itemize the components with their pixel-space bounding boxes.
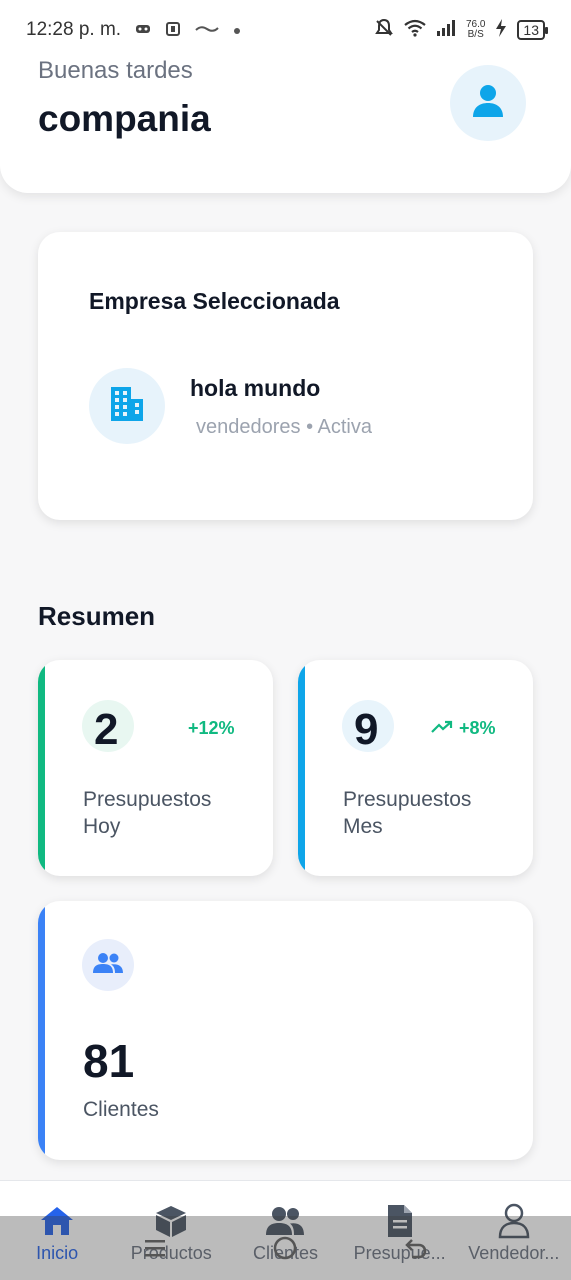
users-icon-circle <box>82 939 134 991</box>
stat-label: Presupuestos Hoy <box>83 788 212 838</box>
wifi-icon <box>404 19 426 42</box>
silent-bell-icon <box>374 18 394 43</box>
user-icon <box>471 83 505 124</box>
app-notification-icon <box>165 21 181 40</box>
company-name: compania <box>38 98 211 139</box>
game-icon <box>135 23 151 38</box>
building-icon <box>109 385 145 428</box>
stat-change-value: +8% <box>459 718 496 738</box>
status-time: 12:28 p. m. <box>26 19 122 40</box>
users-icon <box>93 952 123 979</box>
net-speed-unit: B/S <box>467 29 484 40</box>
stat-value: 9 <box>354 705 379 754</box>
company-name-label: hola mundo <box>190 375 321 401</box>
stat-card-today[interactable]: 2 +12% Presupuestos Hoy <box>38 660 273 876</box>
battery-indicator: 13 <box>517 20 548 40</box>
company-meta: vendedores • Activa <box>196 416 372 438</box>
profile-avatar-button[interactable] <box>450 65 526 141</box>
charging-icon <box>495 18 507 43</box>
greeting-text: Buenas tardes <box>38 57 193 84</box>
signal-icon <box>436 19 456 42</box>
app-notification-icon-2 <box>195 23 219 37</box>
back-icon[interactable] <box>396 1228 436 1268</box>
system-navigation-bar <box>0 1216 571 1280</box>
stat-card-month[interactable]: 9 +8% Presupuestos Mes <box>298 660 533 876</box>
selected-company-card[interactable]: Empresa Seleccionada hola mundo vendedor… <box>38 232 533 520</box>
dot-icon <box>233 19 241 41</box>
accent-bar <box>38 660 45 876</box>
stat-change-value: +12% <box>188 718 235 738</box>
summary-title: Resumen <box>38 601 156 631</box>
home-circle-icon[interactable] <box>265 1228 305 1268</box>
stat-change: +8% <box>431 718 496 739</box>
stat-card-clients[interactable]: 81 Clientes <box>38 901 533 1160</box>
stat-change: +12% <box>188 718 235 739</box>
net-speed: 76.0 B/S <box>466 20 485 40</box>
accent-bar <box>38 901 45 1160</box>
building-icon-circle <box>89 368 165 444</box>
stat-label: Clientes <box>83 1098 159 1121</box>
menu-icon[interactable] <box>135 1228 175 1268</box>
selected-company-title: Empresa Seleccionada <box>89 288 340 314</box>
stat-value: 81 <box>83 1035 135 1087</box>
accent-bar <box>298 660 305 876</box>
stat-value: 2 <box>94 705 119 754</box>
stat-label: Presupuestos Mes <box>343 788 472 838</box>
trending-up-icon <box>431 718 453 739</box>
status-bar: 12:28 p. m. 76.0 B/S 13 <box>0 0 571 60</box>
